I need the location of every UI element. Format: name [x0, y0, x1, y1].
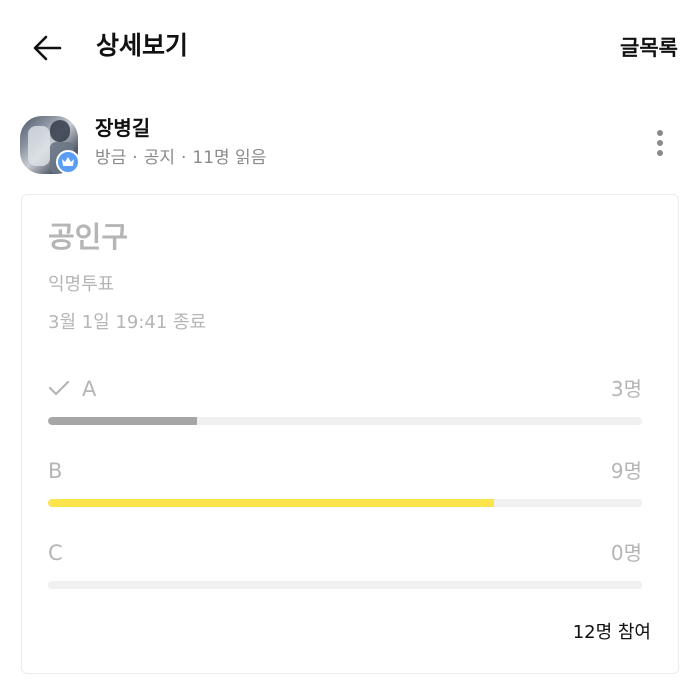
poll-option-a[interactable]: A 3명 — [48, 375, 642, 445]
option-count: 9명 — [610, 459, 642, 483]
meta-separator: · — [180, 148, 187, 168]
more-dot-icon — [657, 140, 663, 146]
poll-option-c[interactable]: C 0명 — [48, 539, 642, 609]
post-category: 공지 — [143, 148, 175, 168]
vote-bar-track — [48, 581, 642, 589]
vote-bar-track — [48, 499, 642, 507]
poll-option-b[interactable]: B 9명 — [48, 457, 642, 527]
poll-option-label: B — [48, 457, 62, 485]
option-count: 3명 — [610, 377, 642, 401]
author-row: 장병길 방금 · 공지 · 11명 읽음 — [0, 110, 700, 182]
poll-deadline: 3월 1일 19:41 종료 — [48, 312, 207, 333]
check-icon — [48, 380, 70, 396]
post-meta: 방금 · 공지 · 11명 읽음 — [95, 146, 266, 170]
vote-bar-fill — [48, 499, 494, 507]
poll-title: 공인구 — [48, 220, 129, 254]
poll-type: 익명투표 — [48, 274, 115, 295]
option-count: 0명 — [610, 541, 642, 565]
more-options-button[interactable] — [648, 130, 672, 162]
app-header: 상세보기 글목록 — [0, 0, 700, 92]
meta-separator: · — [132, 148, 138, 168]
poll-option-label: C — [48, 539, 63, 567]
option-text: B — [48, 459, 63, 483]
poll-option-label: A — [48, 375, 96, 403]
admin-crown-badge — [56, 150, 80, 174]
read-count: 11명 읽음 — [192, 148, 267, 168]
vote-bar-track — [48, 417, 642, 425]
post-time: 방금 — [95, 148, 127, 168]
poll-card: 공인구 익명투표 3월 1일 19:41 종료 A 3명 B 9명 C 0명 1… — [21, 194, 679, 674]
crown-icon — [62, 157, 74, 166]
arrow-left-icon — [33, 35, 62, 61]
page-title: 상세보기 — [96, 31, 189, 60]
back-button[interactable] — [28, 28, 68, 68]
more-dot-icon — [657, 130, 663, 136]
vote-bar-fill — [48, 417, 197, 425]
author-name: 장병길 — [95, 116, 151, 140]
option-text: C — [48, 541, 63, 565]
more-dot-icon — [657, 150, 663, 156]
participant-count: 12명 참여 — [572, 622, 651, 643]
option-text: A — [82, 377, 97, 401]
post-list-link[interactable]: 글목록 — [620, 30, 678, 66]
